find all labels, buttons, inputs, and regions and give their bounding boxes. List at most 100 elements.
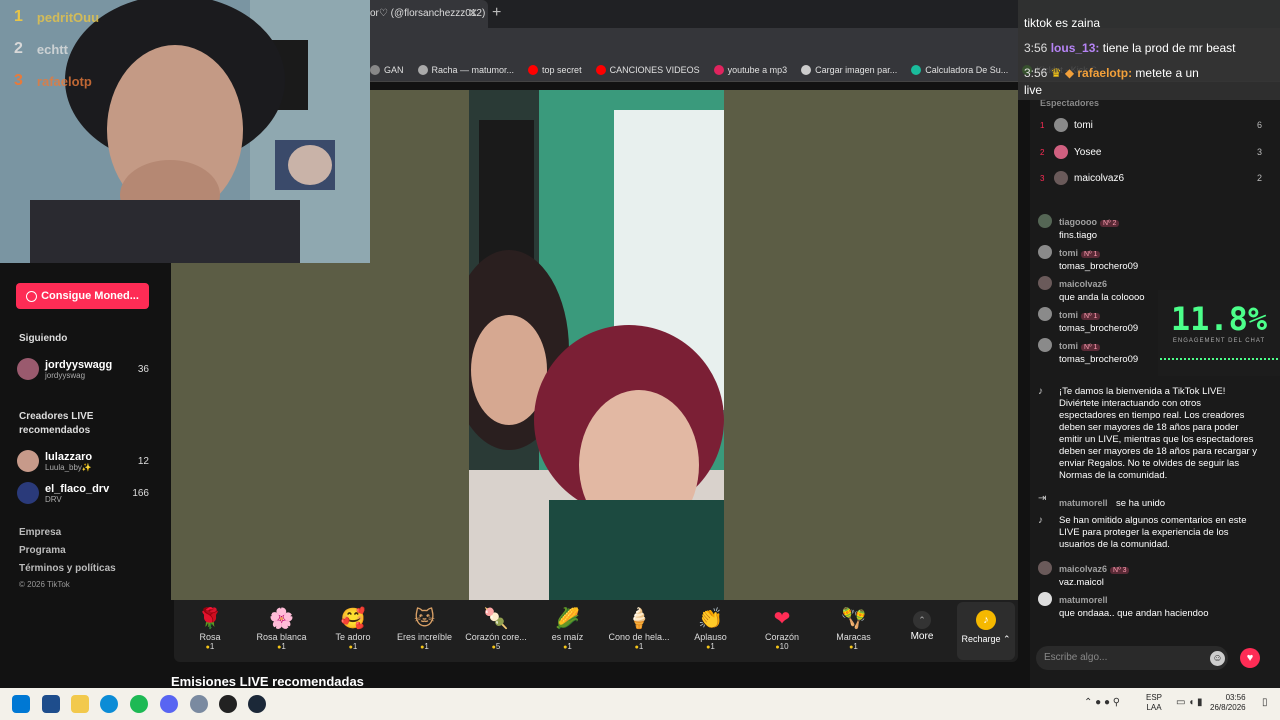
chat-message[interactable]: matumorell que ondaaa.. que andan hacien… [1038, 590, 1260, 620]
gift-item[interactable]: 🍦 Cono de hela... ●1 [604, 600, 674, 662]
gift-item[interactable]: 🌽 es maíz ●1 [533, 600, 603, 662]
clock-date: 26/8/2026 [1210, 703, 1246, 712]
viewer-row[interactable]: 2 Yosee 3 [1040, 145, 1262, 159]
viewer-count: 166 [132, 487, 149, 499]
footer-link-program[interactable]: Programa [19, 545, 66, 556]
avatar [1038, 592, 1052, 606]
gift-price-value: 10 [779, 642, 789, 651]
gift-item[interactable]: 🥰 Te adoro ●1 [318, 600, 388, 662]
bookmark-item[interactable]: top secret [528, 64, 582, 75]
file-explorer-icon[interactable] [71, 695, 89, 713]
bookmark-item[interactable]: Racha — matumor... [417, 64, 514, 75]
gift-item[interactable]: 🪇 Maracas ●1 [819, 600, 889, 662]
footer-link-terms[interactable]: Términos y políticas [19, 563, 116, 574]
gift-icon: 🍡 [483, 608, 509, 630]
chat-message[interactable]: maicolvaz6 Nº 3 vaz.maicol [1038, 559, 1260, 589]
overlay-user: rafaelotp: [1077, 66, 1133, 80]
start-icon[interactable] [12, 695, 30, 713]
overlay-time: 3:56 [1024, 66, 1048, 80]
bookmark-icon [370, 64, 380, 75]
gift-bar: 🌹 Rosa ●1 🌸 Rosa blanca ●1 🥰 Te adoro ●1 🐱 Eres in… [174, 600, 1018, 662]
heart-icon[interactable]: ♥ [1240, 648, 1260, 668]
viewer-rank: 2 [1040, 147, 1045, 157]
omitted-text: Se han omitido algunos comentarios en es… [1059, 515, 1247, 550]
following-user-name: jordyyswagg [45, 358, 113, 371]
gift-price-value: 1 [424, 642, 429, 651]
join-message: ⇥ matumorell se ha unido [1038, 493, 1260, 511]
gift-icon: 🌹 [197, 608, 223, 630]
edge-icon[interactable] [100, 695, 118, 713]
gift-item[interactable]: 🐱 Eres increíble ●1 [390, 600, 460, 662]
discord-icon[interactable] [160, 695, 178, 713]
bookmark-item[interactable]: CANCIONES VIDEOS [595, 64, 700, 75]
viewer-row[interactable]: 3 maicolvaz6 2 [1040, 171, 1262, 185]
join-icon: ⇥ [1038, 493, 1047, 504]
notifications-icon[interactable]: ▯ [1262, 697, 1268, 708]
app-icon[interactable] [190, 695, 208, 713]
gift-item[interactable]: 🍡 Corazón core... ●5 [461, 600, 531, 662]
gift-price: ●10 [747, 642, 817, 651]
tiktok-icon: ♪ [1038, 515, 1043, 526]
gift-price-value: 1 [567, 642, 572, 651]
lang-top: ESP [1146, 693, 1163, 702]
gift-price: ●1 [318, 642, 388, 651]
recommended-user[interactable]: el_flaco_drv DRV 166 [17, 482, 149, 504]
gift-price-value: 1 [638, 642, 644, 651]
bookmark-item[interactable]: youtube a mp3 [713, 64, 787, 75]
bookmark-item[interactable]: Calculadora De Su... [911, 64, 1008, 75]
recommended-user[interactable]: lulazzaro Luula_bby✨ 12 [17, 450, 149, 472]
viewer-score: 3 [1256, 147, 1262, 157]
rank-number: 2 [14, 40, 23, 57]
tray-icons[interactable]: ⌃ ● ● ⚲ [1084, 697, 1120, 708]
close-icon[interactable]: ✕ [468, 6, 478, 20]
chat-input[interactable]: Escribe algo... [1036, 646, 1228, 670]
chat-message[interactable]: tomi Nº 1 tomas_brochero09 [1038, 336, 1158, 366]
viewer-score: 2 [1256, 173, 1262, 183]
footer-link-company[interactable]: Empresa [19, 527, 61, 538]
get-coins-button[interactable]: Consigue Moned... [16, 283, 149, 309]
rank-name: rafaelotp [36, 73, 92, 89]
gift-name: Aplauso [694, 632, 727, 642]
steam-icon[interactable] [248, 695, 266, 713]
input-language[interactable]: ESP LAA [1146, 693, 1162, 713]
gift-icon: 🌸 [269, 608, 294, 630]
webcam-overlay: 1 pedritOuu 2 echtt 3 rafaelotp [0, 0, 370, 263]
get-coins-label: Consigue Moned... [41, 290, 139, 302]
clock[interactable]: 03:56 26/8/2026 [1210, 693, 1246, 713]
gift-item[interactable]: 🌸 Rosa blanca ●1 [247, 600, 317, 662]
task-view-icon[interactable] [42, 695, 60, 713]
new-tab-icon[interactable]: + [492, 4, 501, 22]
recharge-button[interactable]: ♪ Recharge ⌃ [957, 602, 1015, 660]
avatar [17, 482, 39, 504]
overlay-chat-box: tiktok es zaina 3:56 lous_13: tiene la p… [1018, 0, 1280, 100]
spotify-icon[interactable] [130, 695, 148, 713]
emoji-icon[interactable]: ☺ [1210, 651, 1225, 666]
avatar [1038, 561, 1052, 575]
rank-number: 1 [14, 8, 23, 25]
chat-input-placeholder: Escribe algo... [1044, 652, 1108, 663]
gift-item[interactable]: 🌹 Rosa ●1 [175, 600, 245, 662]
gift-price: ●1 [819, 642, 889, 651]
avatar [1038, 245, 1052, 259]
gift-item[interactable]: 👏 Aplauso ●1 [676, 600, 746, 662]
viewer-row[interactable]: 1 tomi 6 [1040, 118, 1262, 132]
chat-message[interactable]: tiagoooo Nº 2 fins.tiago [1038, 212, 1260, 242]
live-video[interactable] [469, 90, 724, 600]
gift-name: Rosa [199, 632, 221, 642]
chat-message[interactable]: tomi Nº 1 tomas_brochero09 [1038, 243, 1260, 273]
bookmark-item[interactable]: GAN [370, 64, 404, 75]
viewer-rank: 3 [1040, 173, 1045, 183]
gift-price: ●1 [676, 642, 746, 651]
following-user[interactable]: jordyyswagg jordyyswag 36 [17, 358, 149, 380]
message-text: fins.tiago [1059, 230, 1098, 241]
more-gifts-button[interactable]: ⌃ More [900, 605, 944, 657]
viewer-rank: 1 [1040, 120, 1045, 130]
obs-icon[interactable] [219, 695, 237, 713]
gift-name: es maíz [551, 632, 584, 642]
bookmark-icon [713, 64, 724, 75]
bookmark-item[interactable]: Cargar imagen par... [801, 64, 897, 75]
chat-message[interactable]: tomi Nº 1 tomas_brochero09 [1038, 305, 1158, 335]
overlay-chat-line: tiktok es zaina [1024, 16, 1101, 30]
network-volume-battery-icons[interactable]: ▭ ◖ ▮ [1176, 697, 1203, 708]
gift-item[interactable]: ❤ Corazón ●10 [747, 600, 817, 662]
